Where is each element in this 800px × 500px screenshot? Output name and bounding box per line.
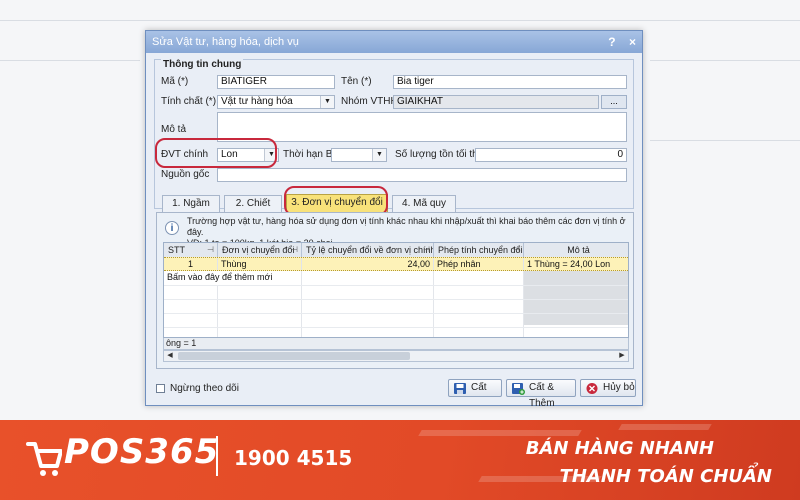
grid-footer-text: ông = 1: [166, 338, 197, 348]
conversion-grid: STT ⊣ Đơn vị chuyển đổi ⊣ Tỷ lệ chuyển đổi…: [163, 242, 629, 338]
code-label: Mã (*): [161, 76, 189, 87]
name-input[interactable]: Bia tiger: [393, 75, 627, 89]
inactive-checkbox[interactable]: [156, 384, 165, 393]
tab-discount[interactable]: 2. Chiết khấu: [224, 195, 282, 225]
edit-item-dialog: Sửa Vật tư, hàng hóa, dịch vụ ? × Thông …: [145, 30, 643, 409]
help-button[interactable]: ?: [608, 35, 615, 49]
save-and-add-button[interactable]: Cất & Thêm: [506, 379, 576, 409]
nature-label: Tính chất (*): [161, 96, 217, 107]
banner-stripe: [618, 424, 712, 430]
dialog-title: Sửa Vật tư, hàng hóa, dịch vụ: [152, 36, 299, 48]
column-header-ratio[interactable]: Tỷ lệ chuyển đổi về đơn vị chính ⊣: [302, 243, 434, 257]
inactive-label: Ngừng theo dõi: [170, 383, 239, 394]
add-new-row[interactable]: Bấm vào đây để thêm mới: [164, 271, 524, 285]
cell-operation[interactable]: Phép nhân: [434, 258, 524, 270]
save-label: Cất: [471, 382, 487, 393]
grid-footer: ông = 1: [163, 338, 629, 350]
horizontal-scrollbar[interactable]: ◀ ▶: [163, 350, 629, 362]
pin-icon[interactable]: ⊣: [423, 243, 430, 257]
column-header-stt[interactable]: STT ⊣: [164, 243, 218, 257]
code-input[interactable]: BIATIGER: [217, 75, 335, 89]
add-new-hint[interactable]: Bấm vào đây để thêm mới: [164, 271, 524, 285]
save-and-add-label: Cất & Thêm: [529, 382, 555, 409]
save-button[interactable]: Cất: [448, 379, 502, 397]
pos365-logo: POS365: [64, 432, 220, 472]
logo-separator: [216, 436, 218, 476]
pin-icon[interactable]: ⊣: [291, 243, 298, 257]
slogan-line-1: BÁN HÀNG NHANH: [525, 438, 714, 459]
promo-banner: POS365 1900 4515 BÁN HÀNG NHANH THANH TO…: [0, 420, 800, 500]
info-line-1: Trường hợp vật tư, hàng hóa sử dụng đơn …: [187, 216, 626, 237]
grid-line: [164, 313, 628, 314]
background-line: [650, 60, 800, 61]
table-row[interactable]: 1 Thùng 24,00 Phép nhân 1 Thùng = 24,00 …: [164, 257, 628, 271]
name-label: Tên (*): [341, 76, 372, 87]
column-header-unit[interactable]: Đơn vị chuyển đổi ⊣: [218, 243, 302, 257]
column-header-operation[interactable]: Phép tính chuyển đổi ⊣: [434, 243, 524, 257]
background-line: [650, 140, 800, 141]
group-browse-button[interactable]: ...: [601, 95, 627, 109]
unit-conversion-panel: i Trường hợp vật tư, hàng hóa sử dụng đơ…: [156, 212, 634, 369]
description-label: Mô tả: [161, 124, 187, 135]
warranty-select[interactable]: ▼: [331, 148, 387, 162]
tab-spec-code[interactable]: 4. Mã quy cách: [392, 195, 456, 225]
close-button[interactable]: ×: [629, 35, 636, 49]
background-line: [0, 20, 800, 21]
grid-line: [164, 299, 628, 300]
group-input[interactable]: GIAIKHAT: [393, 95, 599, 109]
grid-line: [164, 327, 628, 328]
slogan-line-2: THANH TOÁN CHUẨN: [559, 466, 772, 487]
origin-label: Nguồn gốc: [161, 169, 210, 180]
save-add-icon: [512, 383, 525, 395]
grid-header: STT ⊣ Đơn vị chuyển đổi ⊣ Tỷ lệ chuyển đổi…: [164, 243, 628, 258]
cancel-icon: [586, 383, 598, 394]
pin-icon[interactable]: ⊣: [513, 243, 520, 257]
grid-empty-area: [524, 271, 628, 325]
min-stock-input[interactable]: 0: [475, 148, 627, 162]
cell-description[interactable]: 1 Thùng = 24,00 Lon: [524, 258, 628, 270]
grid-line: [164, 285, 628, 286]
chevron-down-icon[interactable]: ▼: [320, 96, 334, 108]
general-info-title: Thông tin chung: [161, 59, 244, 70]
cell-stt[interactable]: 1: [164, 258, 218, 270]
background-line: [0, 60, 140, 61]
cart-icon: [26, 442, 62, 476]
info-icon: i: [165, 221, 179, 235]
cell-unit[interactable]: Thùng: [218, 258, 302, 270]
scroll-left-icon[interactable]: ◀: [164, 351, 176, 361]
tab-default[interactable]: 1. Ngầm định: [162, 195, 220, 225]
grid-line: [217, 285, 218, 337]
dialog-titlebar: Sửa Vật tư, hàng hóa, dịch vụ ? ×: [146, 31, 642, 53]
nature-value: Vật tư hàng hóa: [221, 96, 293, 107]
cell-ratio[interactable]: 24,00: [302, 258, 434, 270]
hotline: 1900 4515: [234, 446, 353, 470]
chevron-down-icon[interactable]: ▼: [372, 149, 386, 161]
scroll-right-icon[interactable]: ▶: [616, 351, 628, 361]
pin-icon[interactable]: ⊣: [207, 243, 214, 257]
banner-stripe: [418, 430, 582, 436]
group-label: Nhóm VTHH: [341, 96, 398, 107]
origin-input[interactable]: [217, 168, 627, 182]
nature-select[interactable]: Vật tư hàng hóa ▼: [217, 95, 335, 109]
description-textarea[interactable]: [217, 112, 627, 142]
unit-highlight-circle: [155, 138, 277, 168]
save-icon: [454, 383, 466, 394]
cancel-button[interactable]: Hủy bỏ: [580, 379, 636, 397]
general-info-group: Thông tin chung Mã (*) BIATIGER Tên (*) …: [154, 59, 634, 209]
cancel-label: Hủy bỏ: [603, 382, 635, 393]
column-header-description[interactable]: Mô tả: [524, 243, 628, 257]
scroll-thumb[interactable]: [178, 352, 410, 360]
